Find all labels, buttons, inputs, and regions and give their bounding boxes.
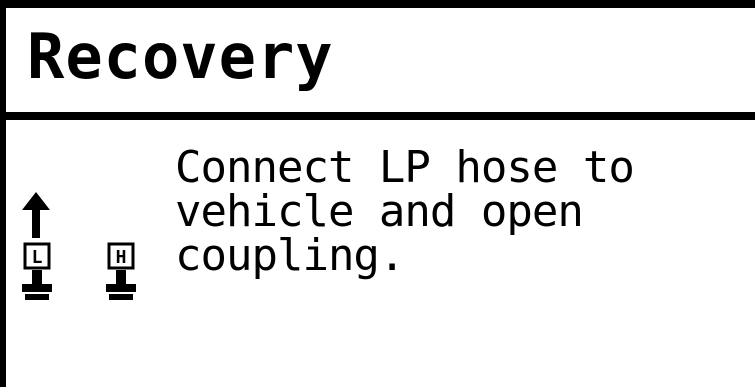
high-pressure-label: H xyxy=(116,247,127,268)
up-arrow-icon xyxy=(22,192,50,238)
page-title: Recovery xyxy=(27,20,334,93)
recovery-screen: Recovery L H Connect LP hose to vehicle … xyxy=(0,0,755,387)
high-pressure-coupling-icon: H xyxy=(106,242,136,300)
top-border xyxy=(0,0,755,8)
low-pressure-label: L xyxy=(32,247,43,268)
coupling-status-icons: L H xyxy=(22,190,162,330)
instruction-message: Connect LP hose to vehicle and open coup… xyxy=(175,142,635,281)
header: Recovery xyxy=(6,8,755,112)
low-pressure-coupling-icon: L xyxy=(22,242,52,300)
header-divider xyxy=(0,112,755,120)
